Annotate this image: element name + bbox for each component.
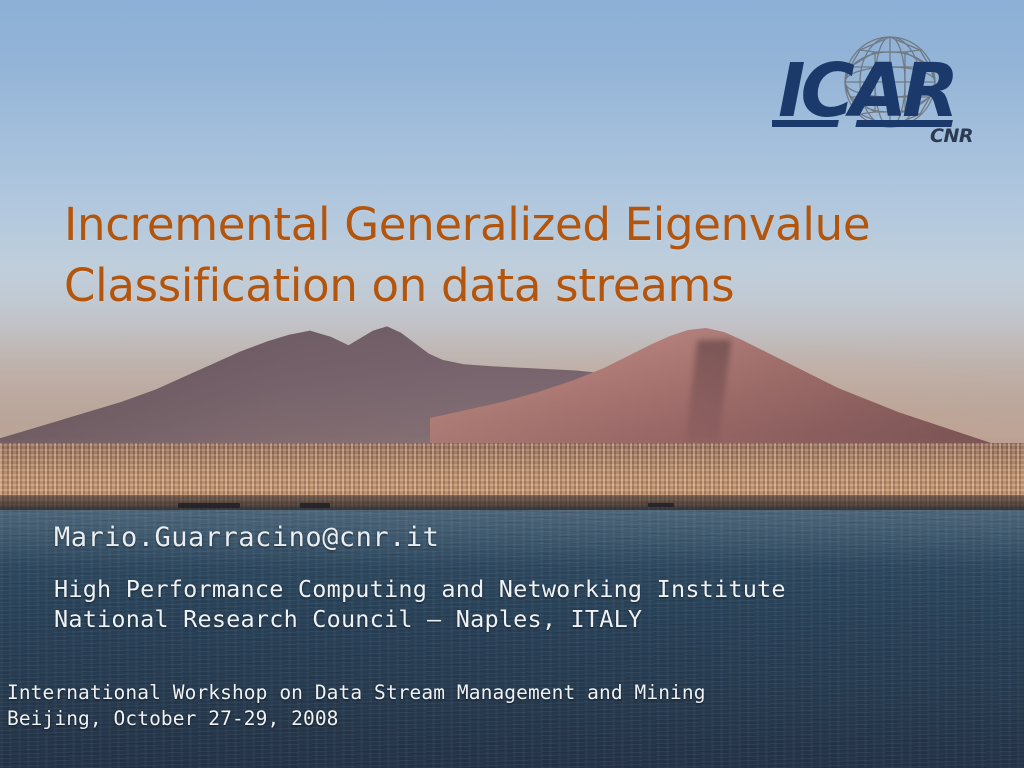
presentation-slide: ICAR CNR Incremental Generalized Eigenva… bbox=[0, 0, 1024, 768]
svg-text:CNR: CNR bbox=[930, 125, 973, 146]
cnr-subtext: CNR bbox=[930, 125, 973, 146]
ship-silhouette bbox=[178, 503, 240, 508]
waterfront-band bbox=[0, 495, 1024, 511]
author-affiliation: High Performance Computing and Networkin… bbox=[54, 575, 786, 633]
slide-title: Incremental Generalized Eigenvalue Class… bbox=[64, 198, 871, 312]
ship-silhouette bbox=[648, 503, 674, 507]
ship-silhouette bbox=[300, 503, 330, 508]
icar-underline bbox=[772, 120, 953, 127]
author-email: Mario.Guarracino@cnr.it bbox=[54, 522, 440, 553]
icar-cnr-logo: ICAR CNR bbox=[772, 30, 1004, 146]
conference-footer: International Workshop on Data Stream Ma… bbox=[7, 681, 706, 730]
